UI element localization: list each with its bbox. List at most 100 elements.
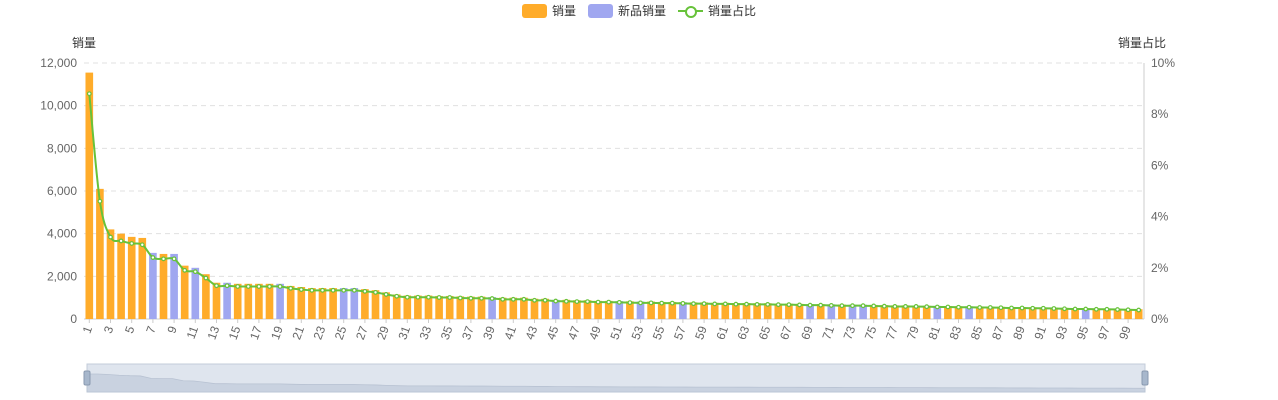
y-right-tick-label: 0%: [1151, 312, 1169, 326]
x-tick-label: 49: [586, 324, 604, 342]
bar-sales: [159, 253, 168, 319]
ratio-point: [362, 288, 368, 294]
ratio-point: [1009, 305, 1014, 311]
x-tick-label: 41: [501, 324, 519, 342]
ratio-point: [786, 302, 792, 308]
x-tick-label: 57: [671, 324, 689, 342]
x-tick-label: 87: [989, 324, 1007, 342]
ratio-point: [1115, 307, 1120, 312]
x-tick-label: 79: [904, 324, 922, 342]
ratio-point: [118, 238, 124, 244]
x-tick-label: 7: [143, 324, 159, 335]
ratio-point: [394, 293, 400, 299]
ratio-point: [775, 302, 781, 308]
ratio-point: [436, 295, 442, 300]
ratio-point: [235, 284, 241, 289]
y-right-tick-label: 4%: [1151, 210, 1169, 224]
ratio-point: [108, 234, 113, 240]
y-tick-label: 8,000: [47, 141, 77, 155]
ratio-point: [818, 302, 824, 308]
bar-new-sales: [223, 282, 231, 319]
x-tick-label: 9: [164, 324, 180, 335]
ratio-point: [447, 295, 453, 300]
bar-new-sales: [170, 253, 178, 319]
x-tick-label: 39: [480, 324, 498, 342]
x-tick-label: 19: [268, 324, 286, 342]
ratio-point: [542, 297, 548, 303]
ratio-point: [351, 287, 357, 293]
data-zoom-handle-left[interactable]: [83, 370, 91, 386]
x-tick-label: 77: [883, 324, 901, 342]
bar-sales: [233, 283, 242, 319]
ratio-point: [754, 302, 760, 307]
ratio-point: [638, 300, 643, 306]
ratio-point: [341, 287, 347, 293]
ratio-point: [850, 303, 855, 309]
x-tick-label: 31: [395, 324, 413, 342]
bar-sales: [96, 188, 104, 319]
y-tick-label: 10,000: [40, 99, 77, 113]
ratio-point: [521, 296, 527, 302]
ratio-point: [298, 287, 304, 292]
ratio-point: [1125, 307, 1131, 313]
x-tick-label: 11: [184, 324, 202, 341]
ratio-point: [553, 298, 559, 304]
ratio-point: [1030, 305, 1036, 311]
ratio-point: [733, 301, 739, 307]
bar-sales: [127, 236, 136, 319]
ratio-point: [171, 256, 177, 262]
x-tick-label: 69: [798, 324, 816, 342]
x-tick-label: 1: [80, 324, 96, 335]
ratio-point: [1104, 306, 1110, 312]
ratio-point: [701, 301, 707, 307]
y-right-tick-label: 6%: [1151, 158, 1169, 172]
bar-sales: [180, 265, 189, 319]
ratio-point: [585, 299, 590, 304]
combo-chart: 12,00010,0008,0006,0004,0002,000010%8%6%…: [40, 56, 1175, 393]
y-tick-label: 6,000: [47, 184, 77, 198]
ratio-point: [1062, 306, 1067, 312]
x-tick-label: 27: [353, 324, 371, 342]
x-tick-label: 61: [713, 324, 731, 342]
x-tick-label: 33: [417, 324, 435, 342]
ratio-point: [309, 287, 315, 293]
ratio-point: [532, 297, 537, 303]
bar-sales: [85, 72, 94, 319]
data-zoom-handle-right[interactable]: [1141, 370, 1149, 386]
ratio-point: [468, 295, 474, 301]
ratio-point: [828, 303, 834, 308]
y-right-tick-label: 2%: [1151, 261, 1169, 275]
x-tick-label: 51: [607, 324, 625, 342]
ratio-point: [415, 294, 421, 300]
x-tick-label: 91: [1031, 324, 1049, 342]
y-tick-label: 2,000: [47, 269, 77, 283]
x-tick-label: 99: [1116, 324, 1134, 342]
x-tick-label: 73: [841, 324, 859, 342]
ratio-point: [987, 305, 993, 310]
ratio-point: [574, 299, 580, 304]
ratio-point: [245, 284, 251, 289]
ratio-point: [977, 305, 983, 310]
ratio-point: [765, 302, 771, 307]
x-tick-label: 5: [122, 324, 138, 335]
x-tick-label: 21: [289, 324, 307, 342]
ratio-point: [744, 301, 749, 307]
ratio-point: [320, 287, 325, 293]
ratio-line: [88, 93, 1139, 312]
ratio-point: [913, 304, 919, 309]
ratio-point: [182, 267, 188, 273]
x-tick-label: 17: [247, 324, 265, 342]
x-tick-label: 55: [650, 324, 668, 342]
bar-new-sales: [149, 252, 157, 319]
x-tick-label: 59: [692, 324, 710, 342]
ratio-point: [1136, 307, 1142, 313]
ratio-point: [1051, 306, 1057, 311]
ratio-point: [1083, 306, 1089, 312]
ratio-point: [267, 284, 272, 289]
bar-sales: [117, 233, 125, 319]
bar-sales: [106, 229, 115, 319]
x-tick-label: 89: [1010, 324, 1028, 342]
ratio-point: [881, 303, 887, 309]
ratio-point: [722, 301, 728, 307]
y-tick-label: 4,000: [47, 227, 77, 241]
